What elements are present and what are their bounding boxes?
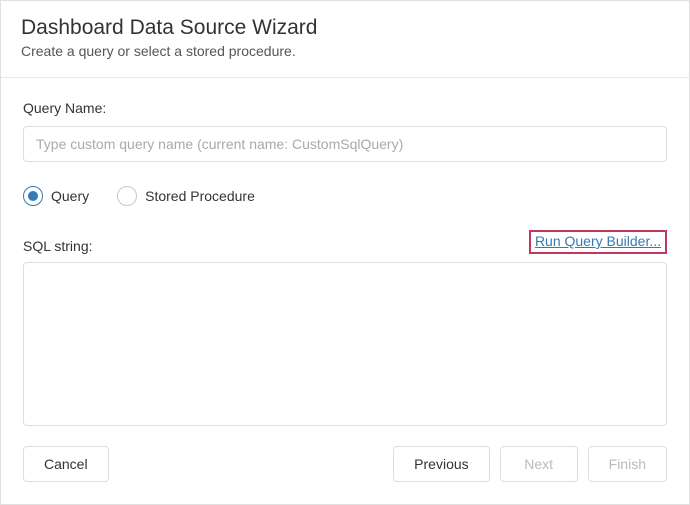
sql-string-textarea[interactable] bbox=[23, 262, 667, 426]
run-query-builder-link[interactable]: Run Query Builder... bbox=[535, 233, 661, 249]
wizard-title: Dashboard Data Source Wizard bbox=[21, 16, 669, 40]
previous-button[interactable]: Previous bbox=[393, 446, 489, 482]
radio-option-stored-procedure[interactable]: Stored Procedure bbox=[117, 186, 255, 206]
cancel-button[interactable]: Cancel bbox=[23, 446, 109, 482]
wizard-dialog: Dashboard Data Source Wizard Create a qu… bbox=[0, 0, 690, 505]
sql-string-label: SQL string: bbox=[23, 238, 93, 254]
wizard-header: Dashboard Data Source Wizard Create a qu… bbox=[1, 1, 689, 78]
query-name-input[interactable] bbox=[23, 126, 667, 162]
radio-dot-icon bbox=[28, 191, 38, 201]
next-button[interactable]: Next bbox=[500, 446, 578, 482]
radio-label-stored-procedure: Stored Procedure bbox=[145, 188, 255, 204]
footer-right-group: Previous Next Finish bbox=[393, 446, 667, 482]
wizard-body: Query Name: Query Stored Procedure SQL s… bbox=[1, 78, 689, 426]
radio-icon bbox=[117, 186, 137, 206]
query-name-label: Query Name: bbox=[23, 100, 667, 116]
finish-button[interactable]: Finish bbox=[588, 446, 667, 482]
run-query-builder-highlight: Run Query Builder... bbox=[529, 230, 667, 254]
wizard-footer: Cancel Previous Next Finish bbox=[1, 426, 689, 504]
radio-label-query: Query bbox=[51, 188, 89, 204]
radio-option-query[interactable]: Query bbox=[23, 186, 89, 206]
query-type-radio-group: Query Stored Procedure bbox=[23, 186, 667, 206]
wizard-subtitle: Create a query or select a stored proced… bbox=[21, 43, 669, 59]
sql-row: SQL string: Run Query Builder... bbox=[23, 230, 667, 254]
radio-icon bbox=[23, 186, 43, 206]
